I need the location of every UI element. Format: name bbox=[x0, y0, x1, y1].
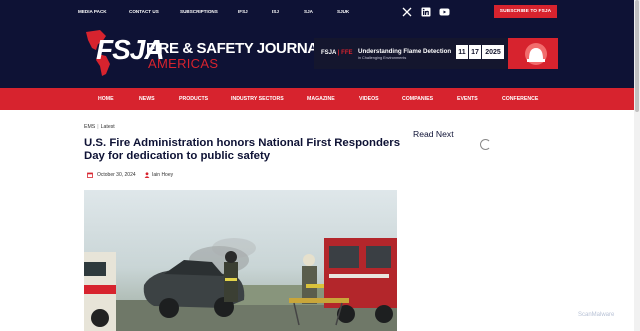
main-nav: HOME NEWS PRODUCTS INDUSTRY SECTORS MAGA… bbox=[0, 88, 634, 110]
article-title: U.S. Fire Administration honors National… bbox=[84, 137, 401, 162]
site-logo[interactable]: FSJA FIRE & SAFETY JOURNAL AMERICAS bbox=[82, 30, 327, 76]
breadcrumb: EMS | Latest bbox=[84, 124, 115, 130]
scrollbar-thumb[interactable] bbox=[635, 0, 639, 112]
nav-item-magazine[interactable]: MAGAZINE bbox=[307, 96, 335, 102]
x-icon[interactable] bbox=[402, 7, 412, 17]
banner-brand: FSJA | FFE bbox=[321, 50, 353, 56]
top-link-isj[interactable]: ISJ bbox=[272, 9, 279, 14]
top-link-subscriptions[interactable]: SUBSCRIPTIONS bbox=[180, 9, 218, 14]
banner-subtitle: in Challenging Environments bbox=[358, 56, 407, 60]
article-author[interactable]: Iain Hoey bbox=[152, 172, 173, 178]
banner-date-start: 11 bbox=[456, 45, 468, 59]
logo-subtitle: AMERICAS bbox=[148, 56, 219, 71]
linkedin-icon[interactable] bbox=[421, 7, 431, 17]
logo-title: FIRE & SAFETY JOURNAL bbox=[146, 40, 327, 57]
nav-item-companies[interactable]: COMPANIES bbox=[402, 96, 433, 102]
banner-graphic bbox=[508, 38, 558, 69]
article-photo bbox=[84, 190, 397, 331]
read-next-heading: Read Next bbox=[413, 129, 454, 139]
nav-item-events[interactable]: EVENTS bbox=[457, 96, 478, 102]
top-link-contact[interactable]: CONTACT US bbox=[129, 9, 159, 14]
crumb-latest[interactable]: Latest bbox=[101, 124, 115, 130]
nav-item-conference[interactable]: CONFERENCE bbox=[502, 96, 538, 102]
nav-item-industry-sectors[interactable]: INDUSTRY SECTORS bbox=[231, 96, 284, 102]
nav-item-products[interactable]: PRODUCTS bbox=[179, 96, 208, 102]
top-link-sjuk[interactable]: SJUK bbox=[337, 9, 349, 14]
crumb-ems[interactable]: EMS bbox=[84, 124, 95, 130]
alarm-icon bbox=[525, 43, 547, 65]
banner-date-end: 17 bbox=[469, 45, 481, 59]
user-icon bbox=[144, 172, 150, 178]
watermark: ScanMalware bbox=[578, 312, 615, 318]
banner-title: Understanding Flame Detection bbox=[358, 48, 452, 55]
banner-year: 2025 bbox=[482, 45, 504, 59]
subscribe-button[interactable]: SUBSCRIBE TO FSJA bbox=[494, 5, 557, 18]
article-date: October 30, 2024 bbox=[97, 172, 136, 178]
youtube-icon[interactable] bbox=[439, 7, 450, 17]
calendar-icon bbox=[87, 172, 93, 178]
top-link-ifsj[interactable]: IFSJ bbox=[238, 9, 248, 14]
nav-item-videos[interactable]: VIDEOS bbox=[359, 96, 379, 102]
nav-item-home[interactable]: HOME bbox=[98, 96, 114, 102]
nav-item-news[interactable]: NEWS bbox=[139, 96, 155, 102]
loading-spinner-icon bbox=[480, 139, 491, 150]
top-link-media-pack[interactable]: MEDIA PACK bbox=[78, 9, 107, 14]
top-link-sja[interactable]: SJA bbox=[304, 9, 313, 14]
